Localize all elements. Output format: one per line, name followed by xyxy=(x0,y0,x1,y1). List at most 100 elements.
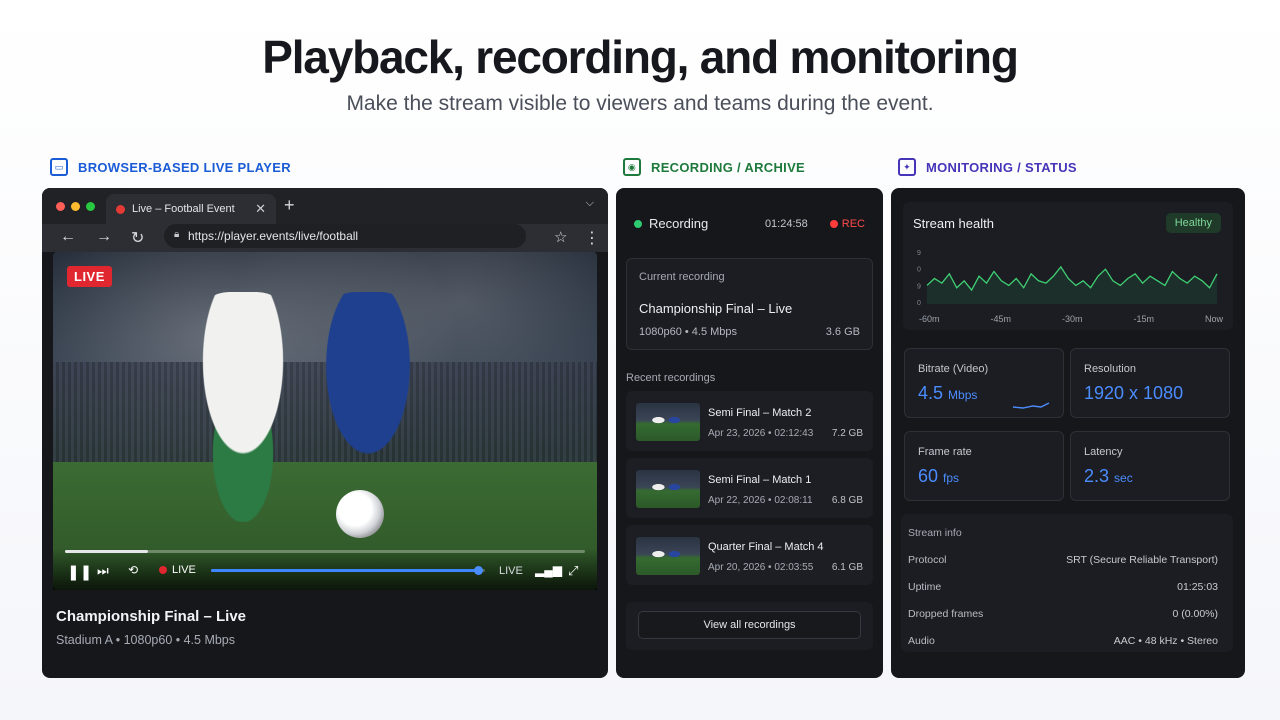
rec-label: REC xyxy=(841,217,865,230)
info-row: Audio AAC • 48 kHz • Stereo xyxy=(908,635,1218,647)
info-value: 01:25:03 xyxy=(1177,581,1218,593)
browser-player-panel: Live – Football Event ✕ + ⌵ ← → ↻ 🔒︎ htt… xyxy=(42,188,608,678)
section-label-text: RECORDING / ARCHIVE xyxy=(651,159,806,175)
recording-size: 7.2 GB xyxy=(831,428,863,439)
info-key: Uptime xyxy=(908,581,942,593)
y-tick-label: 0 xyxy=(917,267,921,274)
metric-value: 1920 x 1080 xyxy=(1084,383,1183,404)
info-value: SRT (Secure Reliable Transport) xyxy=(1066,554,1218,566)
recording-meta: Apr 23, 2026 • 02:12:43 xyxy=(708,428,814,439)
metric-value: 2.3 sec xyxy=(1084,466,1133,487)
current-recording-title: Championship Final – Live xyxy=(639,301,793,316)
x-tick-label: -30m xyxy=(1062,314,1083,324)
metric-unit: Mbps xyxy=(948,388,978,402)
address-bar: ← → ↻ 🔒︎ https://player.events/live/foot… xyxy=(42,224,608,252)
metric-value: 60 fps xyxy=(918,466,959,487)
section-label-text: MONITORING / STATUS xyxy=(926,159,1077,175)
footballer-white xyxy=(173,292,313,522)
back-arrow-icon[interactable]: ← xyxy=(60,228,76,246)
buffer-fill xyxy=(65,550,149,553)
recording-meta: Apr 22, 2026 • 02:08:11 xyxy=(708,495,813,506)
recording-meta: Apr 20, 2026 • 02:03:55 xyxy=(708,562,814,573)
signal-bars-icon[interactable]: ▂▄▆ xyxy=(535,563,562,577)
recording-status: Recording xyxy=(649,216,709,231)
skip-forward-icon[interactable]: ⏭︎ xyxy=(97,563,109,579)
metric-value: 4.5 Mbps xyxy=(918,383,977,404)
metric-unit: fps xyxy=(943,471,960,485)
metric-label: Bitrate (Video) xyxy=(918,363,989,375)
metric-card-latency: Latency 2.3 sec xyxy=(1070,431,1230,501)
section-label-recording: ◉ RECORDING / ARCHIVE xyxy=(623,156,805,178)
pause-icon[interactable]: ❚❚ xyxy=(67,563,92,581)
list-item[interactable]: Quarter Final – Match 4 Apr 20, 2026 • 0… xyxy=(626,525,873,585)
seek-bar[interactable] xyxy=(211,566,485,575)
list-item[interactable]: Semi Final – Match 1 Apr 22, 2026 • 02:0… xyxy=(626,458,873,518)
y-tick-label: 0 xyxy=(917,300,921,307)
live-indicator[interactable]: LIVE xyxy=(159,564,196,576)
reload-icon[interactable]: ↻ xyxy=(131,228,144,248)
stream-health-card: Stream health Healthy 9 0 9 0 -60m -45m -30m -1… xyxy=(903,202,1233,330)
metric-card-resolution: Resolution 1920 x 1080 xyxy=(1070,348,1230,418)
current-recording-label: Current recording xyxy=(639,271,725,283)
current-recording-card[interactable]: Current recording Championship Final – L… xyxy=(626,258,873,350)
rewind-10-icon[interactable]: ⟲ xyxy=(128,563,138,577)
metric-card-frame-rate: Frame rate 60 fps xyxy=(904,431,1064,501)
window-controls xyxy=(56,202,95,211)
browser-tabbar: Live – Football Event ✕ + ⌵ xyxy=(42,188,608,224)
info-key: Protocol xyxy=(908,554,947,566)
info-row: Dropped frames 0 (0.00%) xyxy=(908,608,1218,620)
live-dot-icon xyxy=(159,566,167,574)
controls-live-label: LIVE xyxy=(172,564,196,576)
maximize-window-button[interactable] xyxy=(86,202,95,211)
seek-handle[interactable] xyxy=(474,566,483,575)
info-row: Uptime 01:25:03 xyxy=(908,581,1218,593)
metric-number: 2.3 xyxy=(1084,466,1110,486)
list-item[interactable]: Semi Final – Match 2 Apr 23, 2026 • 02:1… xyxy=(626,391,873,451)
view-all-recordings-button[interactable]: View all recordings xyxy=(638,611,861,639)
hero-subtitle: Make the stream visible to viewers and t… xyxy=(346,92,934,115)
info-row: Protocol SRT (Secure Reliable Transport) xyxy=(908,554,1218,566)
y-tick-label: 9 xyxy=(917,283,921,290)
current-recording-size: 3.6 GB xyxy=(825,326,860,338)
pulse-icon: ✦ xyxy=(898,158,916,176)
health-status-badge: Healthy xyxy=(1165,213,1221,233)
recording-thumbnail xyxy=(636,537,700,575)
forward-arrow-icon[interactable]: → xyxy=(96,228,112,246)
section-label-text: BROWSER-BASED LIVE PLAYER xyxy=(78,159,291,175)
player-controls: ❚❚ ⏭︎ ⟲ LIVE LIVE ▂▄▆ ⤢ xyxy=(53,548,597,590)
stream-title: Championship Final – Live xyxy=(56,608,247,625)
kebab-menu-icon[interactable]: ⋮ xyxy=(584,228,600,248)
buffer-bar[interactable] xyxy=(65,550,585,553)
metric-number: 1920 x 1080 xyxy=(1084,383,1184,403)
metric-unit: sec xyxy=(1114,471,1133,485)
video-frame[interactable]: LIVE xyxy=(53,252,597,590)
section-label-monitoring: ✦ MONITORING / STATUS xyxy=(898,156,1077,178)
plus-icon[interactable]: + xyxy=(284,195,295,216)
info-key: Audio xyxy=(908,635,935,647)
close-window-button[interactable] xyxy=(56,202,65,211)
chevron-down-icon[interactable]: ⌵ xyxy=(586,197,594,210)
tab-title: Live – Football Event xyxy=(132,203,235,215)
star-icon[interactable]: ☆ xyxy=(554,228,567,246)
live-edge-label[interactable]: LIVE xyxy=(499,565,523,577)
monitor-icon: ▭ xyxy=(50,158,68,176)
current-recording-meta: 1080p60 • 4.5 Mbps xyxy=(639,326,738,338)
bitrate-sparkline xyxy=(1012,402,1050,409)
metric-label: Latency xyxy=(1084,446,1123,458)
metric-number: 4.5 xyxy=(918,383,944,403)
seek-fill xyxy=(211,569,483,572)
minimize-window-button[interactable] xyxy=(71,202,80,211)
sparkline-path xyxy=(1012,402,1050,409)
fullscreen-icon[interactable]: ⤢ xyxy=(568,563,578,579)
stream-info-card: Stream info Protocol SRT (Secure Reliabl… xyxy=(901,514,1233,652)
y-tick-label: 9 xyxy=(917,250,921,257)
rec-dot-icon xyxy=(829,219,838,228)
recording-title: Semi Final – Match 1 xyxy=(708,474,812,486)
live-badge: LIVE xyxy=(67,266,112,287)
monitoring-panel: Stream health Healthy 9 0 9 0 -60m -45m -30m -1… xyxy=(891,188,1245,678)
browser-tab[interactable]: Live – Football Event ✕ xyxy=(106,194,276,224)
url-text: https://player.events/live/football xyxy=(188,229,359,243)
close-icon[interactable]: ✕ xyxy=(255,201,266,217)
live-dot-icon xyxy=(116,204,125,214)
url-field[interactable]: 🔒︎ https://player.events/live/football xyxy=(164,224,526,248)
